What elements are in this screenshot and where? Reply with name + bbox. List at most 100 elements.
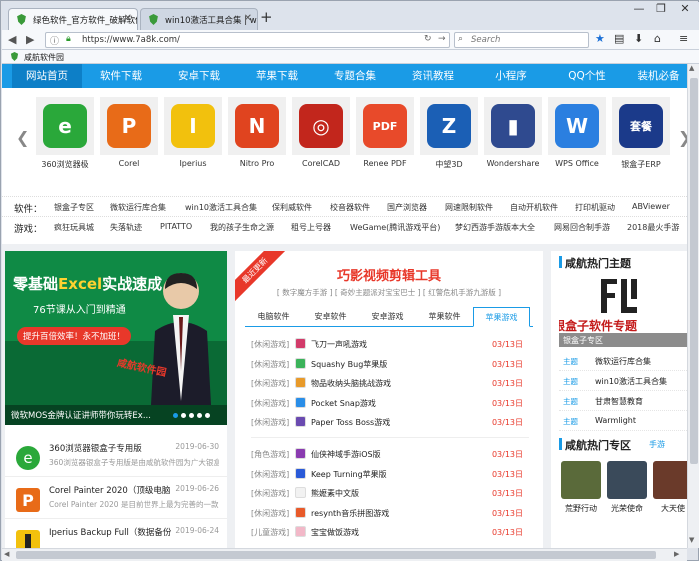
zone-tab-mobile[interactable]: 手游 [649,439,665,450]
featured-title[interactable]: 巧影视频剪辑工具 [235,265,543,284]
nav-essentials[interactable]: 装机必备 [630,64,687,88]
info-icon[interactable]: ⓘ [50,34,59,47]
app-tile[interactable]: W WPS Office [548,97,606,179]
app-tile[interactable]: ▮ Wondershare [484,97,542,179]
nav-miniapp[interactable]: 小程序 [476,64,546,88]
link-item[interactable]: 我的孩子生命之源 [210,222,274,233]
promo-banner[interactable]: 零基础Excel实战速成 76节课从入门到精通 提升百倍效率！永不加班！ 咸航软… [5,251,227,425]
scroll-right-icon[interactable]: ▶ [674,550,679,558]
vertical-scrollbar[interactable]: ▲ ▼ [687,64,699,548]
link-item[interactable]: 打印机驱动 [575,202,615,213]
tab-pc-software[interactable]: 电脑软件 [245,307,302,327]
scroll-up-icon[interactable]: ▲ [689,64,694,72]
url-bar[interactable]: ⓘ 🔒︎ https://www.7a8k.com/ ↻ → [45,32,450,48]
app-tile[interactable]: PDF Renee PDF [356,97,414,179]
carousel-dot[interactable] [197,413,202,418]
link-item[interactable]: 疯狂玩具城 [54,222,94,233]
go-arrow-icon[interactable]: → [438,34,446,44]
news-item[interactable]: P Corel Painter 2020（顶级电脑 2019-06-26 Cor… [5,479,227,519]
carousel-dot[interactable] [173,413,178,418]
tab-7a8k[interactable]: 绿色软件_官方软件_破解软件下载 ✕ [8,8,138,30]
carousel-dot[interactable] [189,413,194,418]
nav-android[interactable]: 安卓下载 [164,64,234,88]
topic-row[interactable]: 主题 微软运行库合集 [559,351,687,371]
link-item[interactable]: 失落轨迹 [110,222,142,233]
new-tab-button[interactable]: + [260,8,273,26]
app-tile[interactable]: 套餐 银盒子ERP [612,97,670,179]
minimize-button[interactable]: — [628,2,650,15]
link-item[interactable]: ABViewer [632,202,670,211]
app-tile[interactable]: ◎ CorelCAD [292,97,350,179]
game-tile[interactable]: 大天使 [653,461,687,517]
link-item[interactable]: 网易回合制手游 [554,222,610,233]
link-item[interactable]: 银盒子专区 [54,202,94,213]
link-item[interactable]: 梦幻西游手游版本大全 [455,222,535,233]
nav-topics[interactable]: 专题合集 [320,64,390,88]
game-list-row[interactable]: [休闲游戏] Keep Turning苹果版 03/13日 [251,465,529,483]
forward-button[interactable]: ▶ [26,33,34,46]
bookmark-item[interactable]: 咸航软件园 [24,52,64,63]
menu-icon[interactable]: ≡ [679,32,688,45]
link-item[interactable]: 保利威软件 [272,202,312,213]
app-tile[interactable]: I Iperius [164,97,222,179]
link-item[interactable]: 校音器软件 [330,202,370,213]
game-list-row[interactable]: [休闲游戏] resynth音乐拼图游戏 03/13日 [251,504,529,522]
scroll-left-icon[interactable]: ◀ [4,550,9,558]
carousel-dot[interactable] [205,413,210,418]
tab-apple-games[interactable]: 苹果游戏 [473,307,530,327]
close-tab-icon[interactable]: ✕ [124,13,132,24]
link-item[interactable]: WeGame(腾讯游戏平台) [350,222,440,233]
game-list-row[interactable]: [休闲游戏] Squashy Bug苹果版 03/13日 [251,355,529,373]
app-tile[interactable]: P Corel [100,97,158,179]
game-list-row[interactable]: [休闲游戏] 飞刀一声吼游戏 03/13日 [251,335,529,353]
app-tile[interactable]: e 360浏览器极 [36,97,94,179]
topic-image[interactable]: 银盒子软件专题 银盒子专区 [559,277,687,347]
link-item[interactable]: 租号上号器 [291,222,331,233]
hscroll-thumb[interactable] [16,551,656,559]
scroll-thumb[interactable] [690,78,698,464]
prev-arrow-icon[interactable]: ❮ [16,128,29,147]
carousel-dot[interactable] [181,413,186,418]
topic-row[interactable]: 主题 win10激活工具合集 [559,371,687,391]
scroll-down-icon[interactable]: ▼ [689,536,694,544]
tab-android-software[interactable]: 安卓软件 [302,307,359,327]
reload-icon[interactable]: ↻ [424,34,432,44]
game-tile[interactable]: 光荣使命 [607,461,647,517]
game-list-row[interactable]: [儿童游戏] 宝宝做饭游戏 03/13日 [251,523,529,541]
nav-software[interactable]: 软件下载 [86,64,156,88]
game-list-row[interactable]: [休闲游戏] Paper Toss Boss游戏 03/13日 [251,413,529,431]
nav-apple[interactable]: 苹果下载 [242,64,312,88]
news-item[interactable]: e 360浏览器银盒子专用版 2019-06-30 360浏览器银盒子专用版是由… [5,437,227,477]
download-icon[interactable]: ⬇ [634,32,643,45]
link-item[interactable]: 微软运行库合集 [110,202,166,213]
game-tile[interactable]: 荒野行动 [561,461,601,517]
link-item[interactable]: 自动开机软件 [510,202,558,213]
link-item[interactable]: 国产浏览器 [387,202,427,213]
maximize-button[interactable]: ❐ [650,2,672,15]
horizontal-scrollbar[interactable]: ◀ ▶ [2,548,687,561]
app-tile[interactable]: Z 中望3D [420,97,478,179]
topic-row[interactable]: 主题 甘肃智慧教育 [559,391,687,411]
nav-news[interactable]: 资讯教程 [398,64,468,88]
link-item[interactable]: win10激活工具合集 [185,202,257,213]
news-item[interactable]: Iperius Backup Full（数据备份 2019-06-24 [5,521,227,548]
link-item[interactable]: PITATTO [160,222,192,231]
game-list-row[interactable]: [角色游戏] 仙侠神域手游iOS版 03/13日 [251,445,529,463]
tab-android-games[interactable]: 安卓游戏 [359,307,416,327]
game-list-row[interactable]: [休闲游戏] Pocket Snap游戏 03/13日 [251,394,529,412]
reader-icon[interactable]: ▤ [614,32,624,45]
home-icon[interactable]: ⌂ [654,32,661,45]
nav-home[interactable]: 网站首页 [12,64,82,88]
app-tile[interactable]: N Nitro Pro [228,97,286,179]
search-box[interactable]: ⌕ Search [454,32,589,48]
close-tab-icon[interactable]: ✕ [244,13,252,24]
tab-win10[interactable]: win10激活工具合集 | win7激活 ✕ [140,8,258,30]
topic-row[interactable]: 主题 Warmlight [559,411,687,431]
featured-subs[interactable]: [ 数字魔方手游 ] [ 奇妙主题派对宝宝巴士 ] [ 红警危机手游九游版 ] [235,287,543,298]
nav-qq[interactable]: QQ个性 [554,64,620,88]
tab-apple-software[interactable]: 苹果软件 [416,307,473,327]
bookmark-star-icon[interactable]: ★ [595,32,605,45]
back-button[interactable]: ◀ [8,33,16,46]
next-arrow-icon[interactable]: ❯ [678,128,687,147]
game-list-row[interactable]: [休闲游戏] 物品收纳头脑挑战游戏 03/13日 [251,374,529,392]
